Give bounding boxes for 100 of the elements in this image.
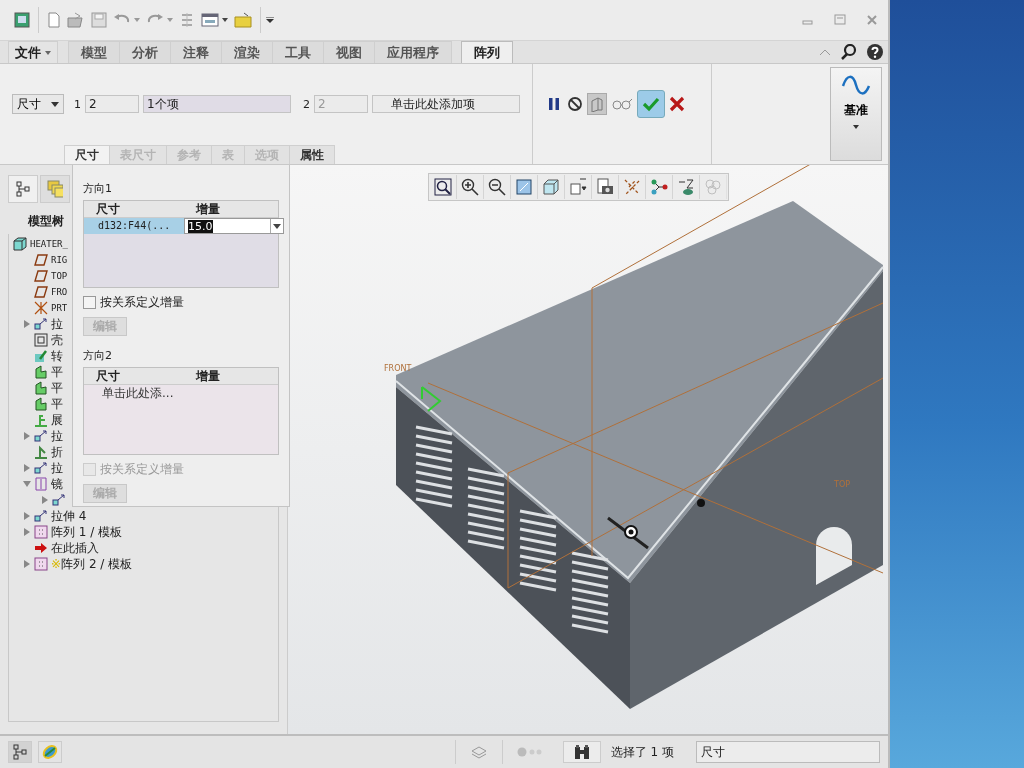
flange-icon [34, 381, 48, 395]
add-item-row[interactable]: 单击此处添... [84, 385, 278, 401]
prohibited-icon [567, 96, 583, 112]
folder-icon[interactable] [234, 12, 252, 28]
app-icon[interactable] [14, 12, 30, 28]
checkmark-icon [642, 96, 660, 112]
ribbon-tab[interactable]: 模型 [68, 41, 120, 63]
caret-icon [51, 101, 59, 107]
customize-caret-icon[interactable] [266, 17, 274, 23]
datum-button[interactable]: 基准 [830, 67, 882, 161]
tree-item[interactable]: 展 [51, 411, 63, 429]
expand-arrow-icon[interactable] [23, 464, 31, 472]
open-icon[interactable] [67, 12, 85, 28]
ribbon-tab[interactable]: 文件 [8, 41, 58, 63]
tree-item[interactable]: HEATER_ [30, 239, 68, 249]
checkbox-label: 按关系定义增量 [100, 294, 184, 311]
ribbon-tab[interactable]: 工具 [272, 41, 324, 63]
plane-icon [34, 285, 48, 299]
globe-icon [41, 743, 59, 761]
collector-field[interactable]: 单击此处添加项 [372, 95, 520, 113]
checkbox[interactable] [83, 296, 96, 309]
ribbon-tab[interactable]: 分析 [119, 41, 171, 63]
window-icon[interactable] [201, 12, 219, 28]
search-icon[interactable] [841, 44, 857, 60]
selection-filter[interactable]: 尺寸 [696, 741, 880, 763]
mirror-icon [34, 477, 48, 491]
increment-field[interactable]: 15.0 [184, 218, 284, 234]
tree-item[interactable]: 拉 [51, 427, 63, 445]
tree-item[interactable]: 在此插入 [51, 539, 99, 557]
tree-item[interactable]: FRO [51, 287, 68, 297]
axes-icon [34, 301, 48, 315]
unbend-icon [34, 413, 48, 427]
tree-item[interactable]: PRT [51, 303, 68, 313]
tree-item[interactable]: 阵列 1 / 模板 [51, 523, 123, 541]
browser-button[interactable] [38, 741, 62, 763]
model-tree-tab[interactable] [8, 175, 38, 203]
tree-item[interactable]: 拉伸 4 [51, 507, 87, 525]
extrude-icon [34, 317, 48, 331]
tree-item[interactable]: 拉 [51, 315, 63, 333]
column-header: 尺寸 [95, 367, 121, 385]
ribbon-tab[interactable]: 视图 [323, 41, 375, 63]
caret-icon[interactable] [270, 219, 283, 233]
pause-icon [547, 96, 561, 112]
regenerate-icon[interactable] [179, 12, 195, 28]
expand-arrow-icon[interactable] [23, 560, 31, 568]
collector-field[interactable]: 1个项 [143, 95, 291, 113]
expand-arrow-icon[interactable] [23, 512, 31, 520]
maximize-icon[interactable] [834, 14, 846, 26]
extrude-icon [34, 509, 48, 523]
help-icon[interactable] [867, 44, 883, 60]
tree-item[interactable]: 折 [51, 443, 63, 461]
direction-label: 2 [303, 97, 310, 111]
tree-item[interactable]: 平 [51, 379, 63, 397]
expand-arrow-icon[interactable] [23, 320, 31, 328]
column-header: 增量 [194, 367, 220, 385]
binoculars-icon [572, 744, 591, 760]
expand-arrow-icon[interactable] [23, 432, 31, 440]
cube-icon [13, 237, 27, 251]
tree-item[interactable]: TOP [51, 271, 68, 281]
column-header: 增量 [194, 200, 220, 218]
tree-item[interactable]: 壳 [51, 331, 63, 349]
preview-icon [589, 96, 605, 112]
ribbon-tab[interactable]: 渲染 [221, 41, 273, 63]
expand-arrow-icon[interactable] [23, 528, 31, 536]
layers-icon[interactable] [469, 745, 488, 759]
tree-item[interactable]: RIG [51, 255, 68, 265]
dimension-cell[interactable]: d132:F44(... [84, 218, 184, 234]
type-dropdown[interactable]: 尺寸 [12, 94, 64, 114]
count-field[interactable]: 2 [85, 95, 139, 113]
ribbon-tab[interactable]: 应用程序 [374, 41, 452, 63]
tree-item[interactable]: 镜 [51, 475, 63, 493]
find-button[interactable] [562, 741, 601, 763]
ribbon-tab[interactable]: 阵列 [461, 41, 513, 63]
sine-wave-icon [841, 74, 871, 96]
section-title: 方向2 [83, 348, 112, 363]
caret-icon[interactable] [222, 18, 228, 22]
ribbon-tab[interactable]: 注释 [170, 41, 222, 63]
save-icon[interactable] [91, 12, 107, 28]
tree-item[interactable]: ※阵列 2 / 模板 [51, 555, 133, 573]
panel-tab[interactable]: 尺寸 [64, 145, 110, 164]
tree-icon [13, 744, 27, 760]
tree-item[interactable]: 平 [51, 363, 63, 381]
tree-toggle-button[interactable] [8, 741, 32, 763]
new-file-icon[interactable] [47, 12, 61, 28]
plane-icon [34, 269, 48, 283]
collapse-icon[interactable] [819, 48, 831, 56]
tree-item[interactable]: 转 [51, 347, 63, 365]
section-title: 方向1 [83, 181, 112, 196]
close-icon[interactable] [866, 14, 878, 26]
expand-arrow-icon[interactable] [41, 496, 49, 504]
tree-icon [16, 181, 30, 197]
tree-item[interactable]: 平 [51, 395, 63, 413]
arrow-icon [34, 541, 48, 555]
glasses-icon [611, 97, 633, 111]
expand-arrow-icon[interactable] [23, 480, 31, 488]
tree-item[interactable]: 拉 [51, 459, 63, 477]
grid-icon [34, 525, 48, 539]
direction-label: 1 [74, 97, 81, 111]
panel-tab[interactable]: 属性 [289, 145, 335, 164]
checkbox-label: 按关系定义增量 [100, 461, 184, 478]
